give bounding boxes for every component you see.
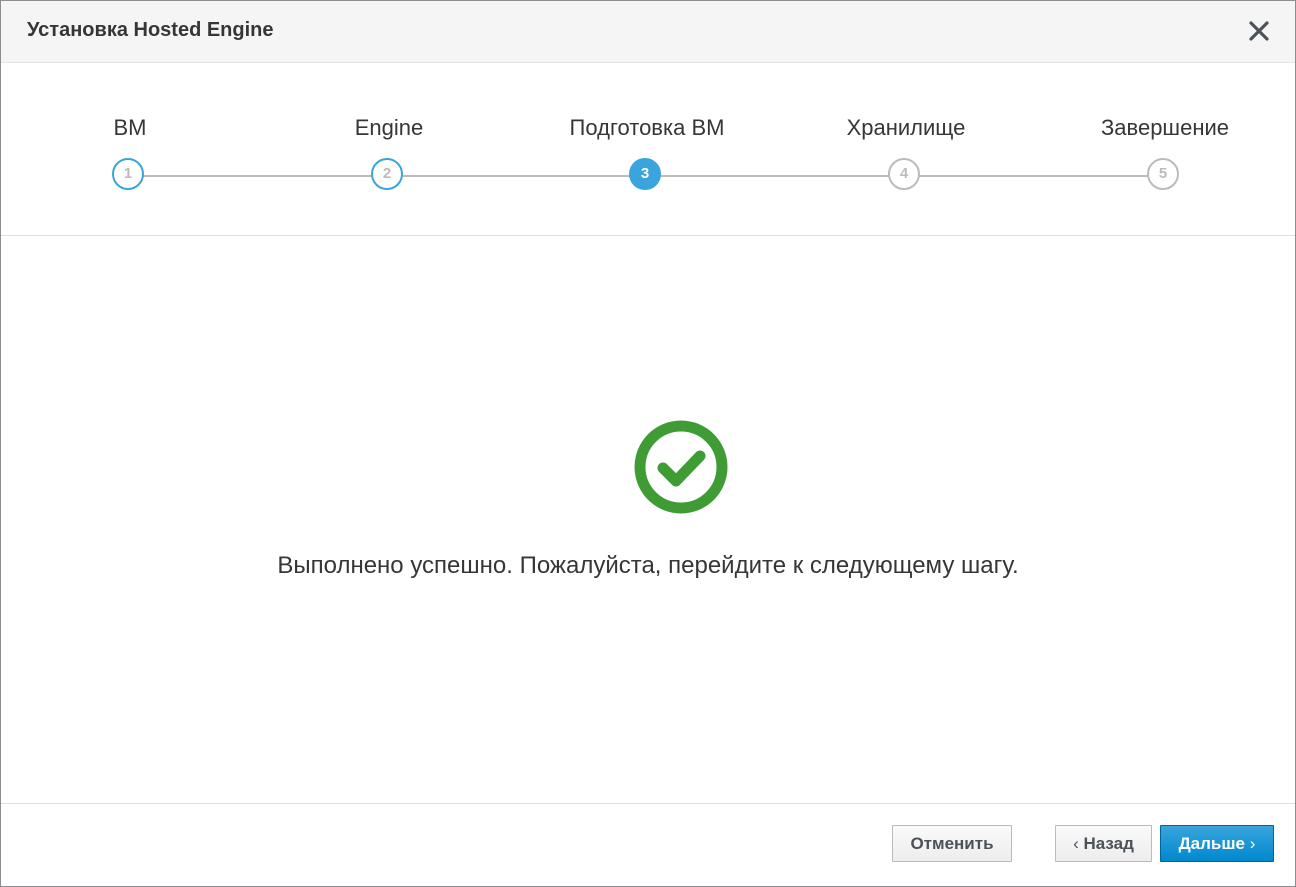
success-check-icon [633, 419, 729, 515]
chevron-left-icon: ‹ [1073, 834, 1079, 853]
wizard-step-vm[interactable]: ВМ 1 [10, 63, 250, 213]
success-message: Выполнено успешно. Пожалуйста, перейдите… [277, 552, 1019, 579]
step-number: 3 [629, 158, 661, 190]
wizard-step-prepare-vm[interactable]: Подготовка ВМ 3 [527, 63, 767, 213]
wizard-steps: ВМ 1 Engine 2 Подготовка ВМ 3 Хранилище … [1, 63, 1295, 236]
step-number: 4 [888, 158, 920, 190]
wizard-dialog: Установка Hosted Engine ВМ 1 Engine 2 По… [0, 0, 1296, 887]
dialog-footer: Отменить ‹ Назад Дальше › [1, 803, 1295, 886]
next-button-label: Дальше [1178, 834, 1246, 853]
wizard-step-engine[interactable]: Engine 2 [269, 63, 509, 213]
step-label: Завершение [1101, 115, 1229, 140]
step-label: Подготовка ВМ [569, 115, 725, 140]
chevron-right-icon: › [1249, 834, 1256, 853]
cancel-button-label: Отменить [910, 834, 994, 853]
step-label: Engine [354, 115, 424, 140]
step-number: 2 [371, 158, 403, 190]
step-number: 5 [1147, 158, 1179, 190]
next-button[interactable]: Дальше › [1160, 825, 1274, 862]
dialog-header: Установка Hosted Engine [1, 1, 1295, 63]
wizard-step-storage[interactable]: Хранилище 4 [786, 63, 1026, 213]
close-icon[interactable] [1247, 19, 1271, 43]
step-label: Хранилище [846, 115, 966, 140]
wizard-step-finish[interactable]: Завершение 5 [1045, 63, 1285, 213]
back-button-label: Назад [1083, 834, 1134, 853]
step-label: ВМ [113, 115, 147, 140]
cancel-button[interactable]: Отменить [892, 825, 1012, 862]
back-button[interactable]: ‹ Назад [1055, 825, 1152, 862]
wizard-body: Выполнено успешно. Пожалуйста, перейдите… [1, 236, 1295, 803]
dialog-title: Установка Hosted Engine [27, 19, 274, 41]
step-number: 1 [112, 158, 144, 190]
